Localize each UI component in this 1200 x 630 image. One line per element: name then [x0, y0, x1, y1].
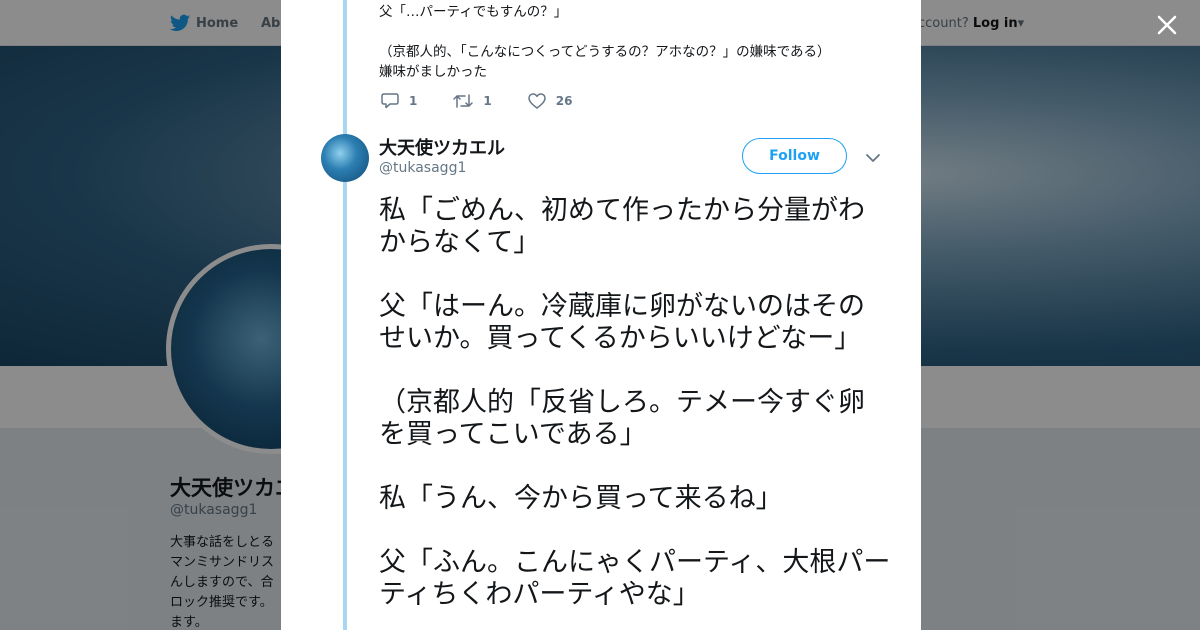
- chevron-down-icon: [866, 154, 880, 162]
- retweet-icon: [453, 93, 474, 108]
- like-button[interactable]: 26: [527, 92, 573, 109]
- close-icon: [1157, 15, 1177, 35]
- previous-tweet-line: 嫌味がましかった: [379, 64, 487, 80]
- reply-button[interactable]: 1: [381, 92, 417, 109]
- tweet-author-handle[interactable]: @tukasagg1: [379, 160, 466, 176]
- previous-tweet-line: [379, 22, 899, 42]
- close-button[interactable]: [1154, 12, 1180, 38]
- reply-icon: [381, 93, 399, 109]
- thread-connector-line: [343, 0, 347, 630]
- reply-count: 1: [409, 93, 418, 108]
- previous-tweet-actions: 1 1 26: [381, 92, 608, 109]
- tweet-menu-caret[interactable]: [865, 150, 881, 164]
- retweet-button[interactable]: 1: [453, 93, 492, 109]
- retweet-count: 1: [483, 93, 492, 108]
- tweet-body-text: 私「ごめん、初めて作ったから分量がわからなくて」 父「はーん。冷蔵庫に卵がないの…: [379, 195, 891, 610]
- tweet-author-avatar[interactable]: [321, 134, 369, 182]
- like-count: 26: [555, 93, 573, 108]
- tweet-thread-modal: 父「…パーティでもすんの？」 （京都人的、「こんなにつくってどうするの？アホなの…: [281, 0, 921, 630]
- previous-tweet-line: 父「…パーティでもすんの？」: [379, 4, 568, 20]
- previous-tweet-text: 父「…パーティでもすんの？」 （京都人的、「こんなにつくってどうするの？アホなの…: [379, 2, 899, 82]
- heart-icon: [527, 92, 546, 109]
- tweet-author-name[interactable]: 大天使ツカエル: [379, 134, 505, 160]
- follow-button[interactable]: Follow: [742, 138, 847, 174]
- previous-tweet-line: （京都人的、「こんなにつくってどうするの？アホなの？」の嫌味である）: [379, 44, 831, 60]
